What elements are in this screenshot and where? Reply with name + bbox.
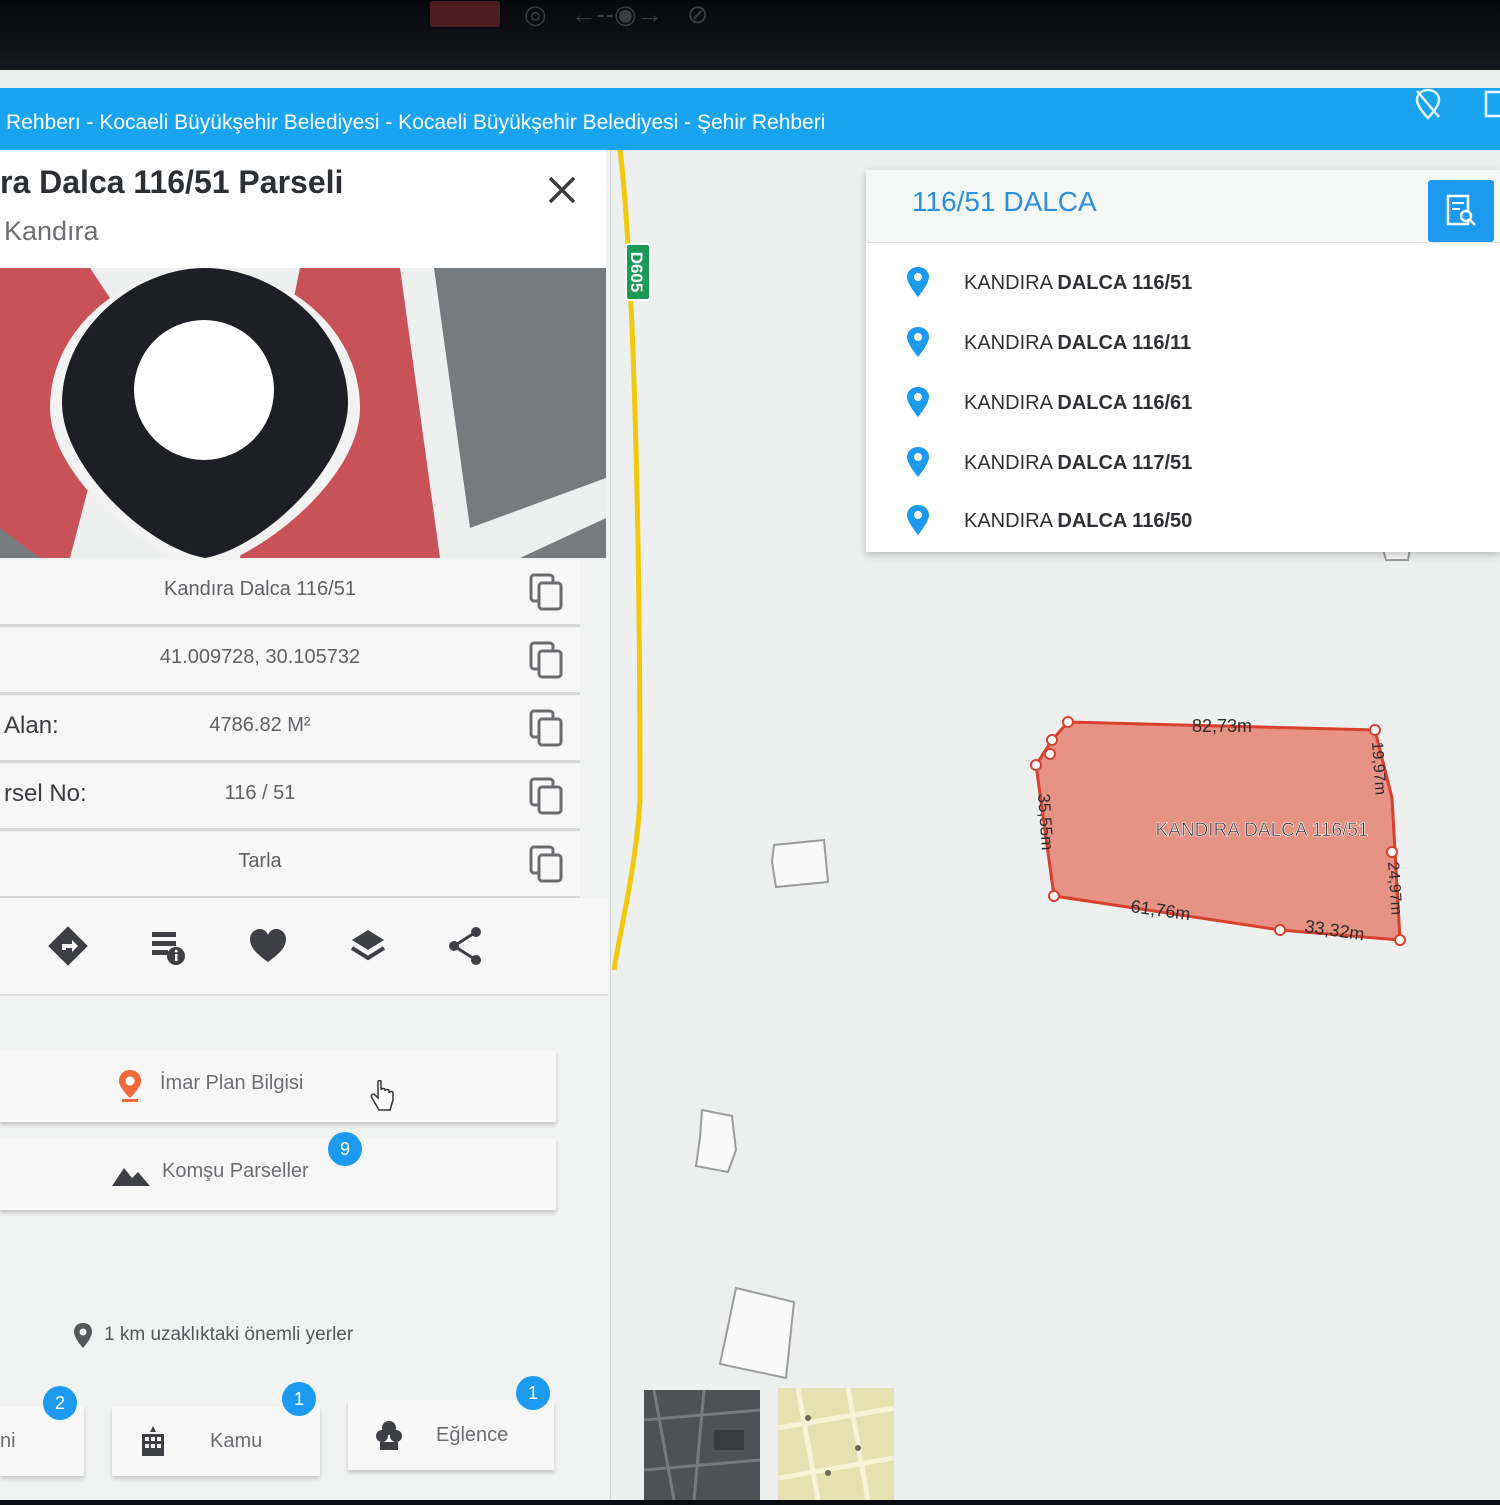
parcel-info-panel: ra Dalca 116/51 Parseli Kandıra Kandıra … — [0, 150, 611, 1500]
copy-icon[interactable] — [528, 640, 564, 680]
search-result-item[interactable]: KANDIRA DALCA 116/50 — [866, 492, 1500, 550]
result-label: KANDIRA DALCA 116/11 — [964, 332, 1192, 354]
result-label: KANDIRA DALCA 116/50 — [964, 510, 1193, 532]
hand-cursor-icon — [370, 1080, 394, 1111]
pin-icon — [72, 1322, 94, 1355]
entertainment-icon — [376, 1421, 402, 1450]
info-label: rsel No: — [4, 780, 87, 807]
map-pin-icon — [907, 327, 929, 357]
neighbor-parcels-label: Komşu Parseller — [162, 1160, 309, 1182]
map-pin-icon — [907, 267, 929, 297]
location-off-icon[interactable] — [1414, 88, 1442, 127]
satellite-texture — [643, 1389, 761, 1501]
dimension-label: 82,73m — [1192, 716, 1252, 736]
parcel-hero-image — [0, 268, 606, 558]
basemap-satellite-thumbnail[interactable] — [643, 1389, 761, 1501]
info-row-coordinates: 41.009728, 30.105732 — [0, 628, 580, 695]
road-label: D605 — [627, 252, 646, 293]
parcel-label: KANDIRA DALCA 116/51 — [1156, 820, 1369, 841]
bezel-icons: ◎ ←--◉→ ⊘ — [430, 0, 750, 29]
mountain-icon — [112, 1168, 150, 1186]
search-result-item[interactable]: KANDIRA DALCA 116/61 — [866, 374, 1500, 432]
panel-header: ra Dalca 116/51 Parseli Kandıra — [0, 150, 606, 268]
zoning-plan-button[interactable]: İmar Plan Bilgisi — [0, 1050, 556, 1122]
category-label: Kamu — [210, 1430, 263, 1452]
map-pin-icon — [907, 505, 929, 535]
info-value: Kandıra Dalca 116/51 — [164, 578, 356, 600]
neighbor-parcel[interactable] — [694, 1108, 738, 1174]
copy-icon[interactable] — [528, 708, 564, 748]
nearby-category-eglence[interactable]: Eğlence — [348, 1400, 554, 1470]
location-pin-icon — [119, 1070, 141, 1102]
search-button[interactable] — [1428, 180, 1494, 242]
neighbor-count-badge: 9 — [328, 1132, 362, 1166]
arrow-path-icon: ←--◉→ — [570, 0, 663, 29]
result-label: KANDIRA DALCA 116/61 — [964, 392, 1193, 414]
zoning-plan-label: İmar Plan Bilgisi — [160, 1072, 304, 1094]
fullscreen-icon[interactable] — [1484, 88, 1500, 127]
record-badge — [430, 1, 500, 27]
result-label: KANDIRA DALCA 117/51 — [964, 452, 1193, 474]
info-row-area: Alan: 4786.82 M² — [0, 696, 580, 763]
info-row-type: Tarla — [0, 832, 580, 899]
search-results-card: 116/51 DALCA KANDIRA DALCA 116/51 KANDIR… — [866, 170, 1500, 552]
info-value: 116 / 51 — [224, 782, 296, 804]
search-result-item[interactable]: KANDIRA DALCA 117/51 — [866, 434, 1500, 492]
category-label: ni — [0, 1430, 16, 1452]
basemap-street-thumbnail[interactable] — [777, 1387, 895, 1501]
info-value: 41.009728, 30.105732 — [159, 646, 361, 668]
category-count-badge: 1 — [516, 1376, 550, 1410]
search-query[interactable]: 116/51 DALCA — [912, 186, 1097, 218]
map-pin-illustration — [0, 268, 606, 558]
close-icon — [548, 176, 576, 204]
map-pin-icon — [907, 447, 929, 477]
category-count-badge: 2 — [43, 1386, 77, 1420]
copy-icon[interactable] — [528, 776, 564, 816]
dimension-label: 35,55m — [1034, 793, 1057, 851]
nearby-category-button[interactable]: ni — [0, 1406, 84, 1476]
info-value: Tarla — [238, 850, 282, 872]
info-row-name: Kandıra Dalca 116/51 — [0, 560, 580, 627]
browser-titlebar: Rehberı - Kocaeli Büyükşehir Belediyesi … — [0, 88, 1500, 158]
nearby-places-label: 1 km uzaklıktaki önemli yerler — [104, 1324, 354, 1345]
directions-icon[interactable] — [46, 924, 90, 968]
info-value: 4786.82 M² — [209, 714, 311, 736]
map-pin-icon — [907, 387, 929, 417]
camera-icon: ◎ — [524, 0, 547, 29]
window-title: Rehberı - Kocaeli Büyükşehir Belediyesi … — [6, 111, 826, 134]
copy-icon[interactable] — [528, 844, 564, 884]
result-label: KANDIRA DALCA 116/51 — [964, 272, 1193, 294]
monitor-bezel: ◎ ←--◉→ ⊘ — [0, 0, 1500, 70]
action-toolbar — [0, 898, 608, 996]
neighbor-parcels-button[interactable]: Komşu Parseller — [0, 1138, 556, 1210]
neighbor-parcel[interactable] — [770, 838, 830, 889]
layers-icon[interactable] — [346, 924, 390, 968]
info-label: Alan: — [4, 712, 59, 739]
search-result-item[interactable]: KANDIRA DALCA 116/11 — [866, 314, 1500, 372]
copy-icon[interactable] — [528, 572, 564, 612]
nearby-category-kamu[interactable]: Kamu — [112, 1406, 320, 1476]
street-map-texture — [777, 1387, 895, 1501]
search-bar[interactable]: 116/51 DALCA — [866, 170, 1500, 243]
neighbor-parcel[interactable] — [718, 1286, 796, 1380]
category-label: Eğlence — [436, 1424, 509, 1446]
search-result-item[interactable]: KANDIRA DALCA 116/51 — [866, 254, 1500, 312]
location-off-icon: ⊘ — [686, 0, 709, 29]
info-row-parcel-no: rsel No: 116 / 51 — [0, 764, 580, 831]
government-building-icon — [142, 1426, 164, 1456]
share-icon[interactable] — [444, 924, 488, 968]
close-button[interactable] — [540, 170, 584, 214]
document-search-icon — [1446, 194, 1476, 226]
parcel-title: ra Dalca 116/51 Parseli — [0, 164, 344, 200]
details-list-icon[interactable] — [146, 924, 190, 968]
favorite-heart-icon[interactable] — [246, 924, 290, 968]
road-shield: D605 — [625, 243, 651, 301]
category-count-badge: 1 — [282, 1382, 316, 1416]
parcel-district: Kandıra — [4, 216, 99, 246]
